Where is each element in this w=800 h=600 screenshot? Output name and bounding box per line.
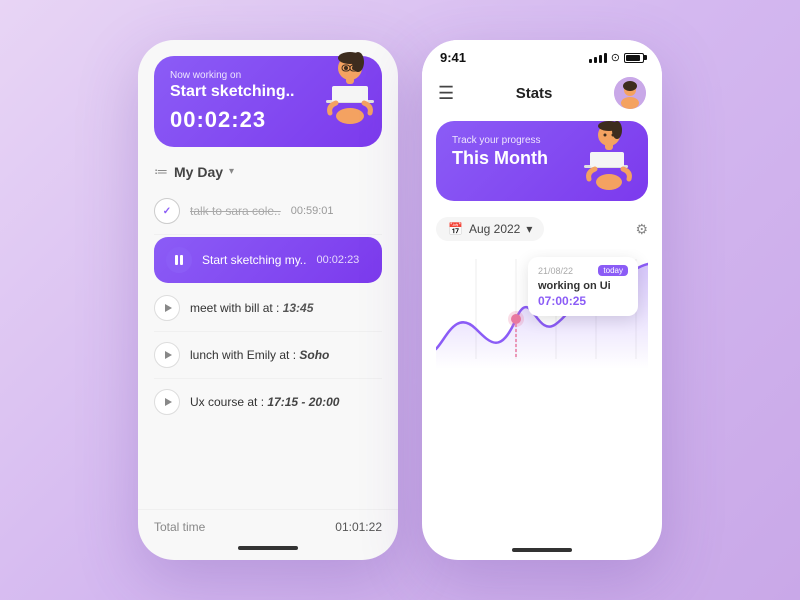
- task-item-5[interactable]: Ux course at : 17:15 - 20:00: [154, 379, 382, 425]
- date-filter-row: 📅 Aug 2022 ▾ ⚙: [422, 213, 662, 249]
- left-phone: Now working on Start sketching.. 00:02:2…: [138, 40, 398, 560]
- right-nav: ☰ Stats: [422, 71, 662, 117]
- wifi-icon: ⊙: [611, 51, 620, 64]
- total-row: Total time 01:01:22: [138, 509, 398, 542]
- tooltip-badge: today: [598, 265, 628, 276]
- tooltip-date: 21/08/22: [538, 266, 573, 276]
- battery-icon: [624, 53, 644, 63]
- task-name-4: lunch with Emily at : Soho: [190, 348, 329, 362]
- nav-title: Stats: [516, 85, 553, 102]
- home-indicator: [238, 546, 298, 550]
- task-item-1[interactable]: ✓ talk to sara cole.. 00:59:01: [154, 188, 382, 235]
- task-item-4[interactable]: lunch with Emily at : Soho: [154, 332, 382, 379]
- list-icon: ≔: [154, 163, 168, 180]
- right-phone: 9:41 ⊙ ☰ Stats Trac: [422, 40, 662, 560]
- total-label: Total time: [154, 520, 205, 534]
- chart-area: 21/08/22 today working on Ui 07:00:25: [436, 249, 648, 542]
- total-value: 01:01:22: [335, 520, 382, 534]
- date-filter[interactable]: 📅 Aug 2022 ▾: [436, 217, 544, 241]
- date-filter-label: Aug 2022: [469, 222, 520, 236]
- tooltip-time: 07:00:25: [538, 294, 628, 308]
- task-name-3: meet with bill at : 13:45: [190, 301, 313, 315]
- status-time: 9:41: [440, 50, 466, 65]
- task-check-icon-1: ✓: [154, 198, 180, 224]
- progress-avatar: [574, 117, 644, 195]
- status-icons: ⊙: [589, 51, 644, 64]
- my-day-title: My Day: [174, 164, 223, 180]
- task-name-5: Ux course at : 17:15 - 20:00: [190, 395, 339, 409]
- tooltip-card: 21/08/22 today working on Ui 07:00:25: [528, 257, 638, 316]
- task-name-2: Start sketching my..: [202, 253, 306, 267]
- task-name-1: talk to sara cole..: [190, 204, 281, 218]
- task-item-3[interactable]: meet with bill at : 13:45: [154, 285, 382, 332]
- hero-avatar: [314, 48, 386, 128]
- hero-card: Now working on Start sketching.. 00:02:2…: [154, 56, 382, 147]
- task-play-icon-5: [154, 389, 180, 415]
- task-list: ✓ talk to sara cole.. 00:59:01 Start ske…: [138, 188, 398, 509]
- home-indicator-right: [512, 548, 572, 552]
- task-item-2[interactable]: Start sketching my.. 00:02:23: [154, 237, 382, 283]
- signal-icon: [589, 53, 607, 63]
- task-pause-icon-2: [166, 247, 192, 273]
- status-bar: 9:41 ⊙: [422, 40, 662, 71]
- filter-icon[interactable]: ⚙: [635, 221, 648, 238]
- progress-card: Track your progress This Month: [436, 121, 648, 201]
- menu-icon[interactable]: ☰: [438, 83, 454, 104]
- avatar[interactable]: [614, 77, 646, 109]
- task-play-icon-3: [154, 295, 180, 321]
- tooltip-task: working on Ui: [538, 280, 628, 292]
- task-time-2: 00:02:23: [316, 254, 359, 266]
- date-chevron-icon: ▾: [526, 222, 532, 236]
- task-time-1: 00:59:01: [291, 205, 334, 217]
- chevron-down-icon: ▾: [229, 166, 234, 177]
- task-play-icon-4: [154, 342, 180, 368]
- my-day-header[interactable]: ≔ My Day ▾: [154, 163, 382, 180]
- calendar-icon: 📅: [448, 222, 463, 236]
